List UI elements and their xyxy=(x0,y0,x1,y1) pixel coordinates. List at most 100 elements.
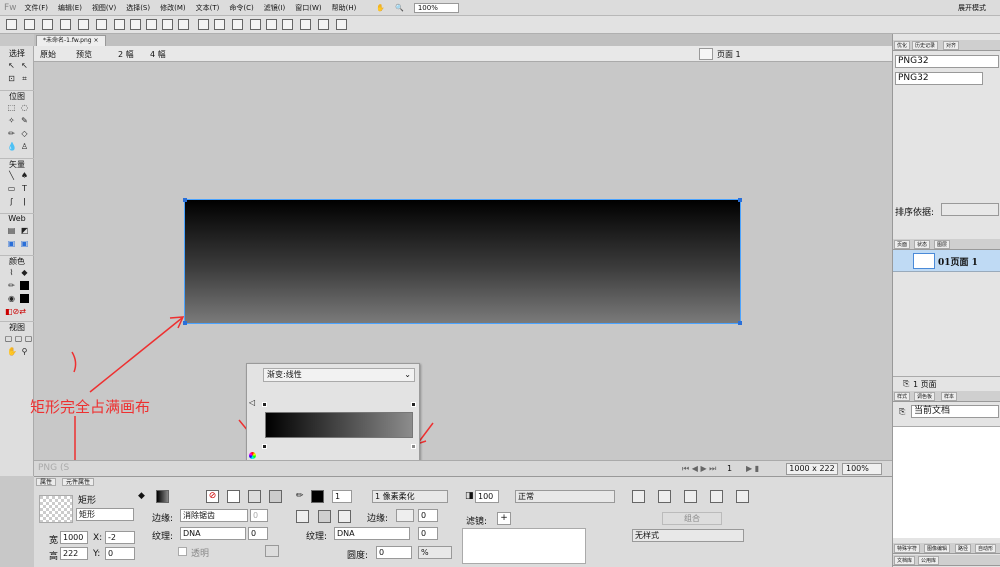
tab-layers[interactable]: 图层 xyxy=(934,240,951,249)
tab-properties[interactable]: 属性 xyxy=(36,478,57,486)
stroke-size-input[interactable]: 1 xyxy=(332,490,352,503)
x-input[interactable]: -2 xyxy=(105,531,135,544)
y-label: Y: xyxy=(93,549,101,559)
texture-amount[interactable]: 0 xyxy=(248,527,268,540)
gradient-type-select[interactable]: 渐变:线性 ⌄ xyxy=(263,368,415,382)
bottom-tabbar: 特殊字符 图像编辑 路径 自动形 xyxy=(893,543,1000,554)
tab-swatches[interactable]: 样本 xyxy=(941,392,958,401)
texture-label: 纹理: xyxy=(152,532,174,542)
roundness-label: 圆度: xyxy=(347,551,369,561)
style-button-3[interactable] xyxy=(684,490,697,503)
shape-name-input[interactable]: 矩形 xyxy=(76,508,134,521)
page-count-bar: ⎘ 1 页面 xyxy=(893,376,1000,390)
style-button-5[interactable] xyxy=(736,490,749,503)
shape-kind: 矩形 xyxy=(78,496,97,506)
page-thumbnail xyxy=(913,253,935,269)
page-item-label: 01页面 1 xyxy=(938,258,978,268)
opacity-input[interactable]: 100 xyxy=(475,490,499,503)
optimize-format-field[interactable]: PNG32 xyxy=(895,55,999,68)
tab-optimize[interactable]: 优化 xyxy=(894,41,911,50)
stroke-pencil-icon: ✏ xyxy=(296,491,304,501)
fill-bucket-icon: ◆ xyxy=(138,491,145,501)
blend-mode-select[interactable]: 正常 xyxy=(515,490,615,503)
gradient-ramp[interactable] xyxy=(265,412,413,438)
color-stop-right[interactable] xyxy=(411,444,416,449)
fill-solid-button[interactable] xyxy=(227,490,240,503)
stroke-texture-amount[interactable]: 0 xyxy=(418,527,438,540)
stroke-edge-slider[interactable] xyxy=(396,509,414,522)
page-count: 1 页面 xyxy=(913,380,937,389)
canvas-size[interactable]: 1000 x 222 xyxy=(786,463,838,475)
fill-gradient-button[interactable] xyxy=(248,490,261,503)
tab-history[interactable]: 历史记录 xyxy=(912,41,939,50)
stroke-texture-select[interactable]: DNA xyxy=(334,527,410,540)
tab-align[interactable]: 对齐 xyxy=(943,41,960,50)
zoom-level[interactable]: 100% xyxy=(842,463,882,475)
stroke-inside-button[interactable] xyxy=(296,510,309,523)
color-wheel-icon[interactable] xyxy=(249,452,256,459)
style-button-2[interactable] xyxy=(658,490,671,503)
transparent-label: 透明 xyxy=(191,549,210,559)
edge-select[interactable]: 消除锯齿 xyxy=(180,509,248,522)
tab-styles[interactable]: 样式 xyxy=(894,392,911,401)
stroke-center-button[interactable] xyxy=(318,510,331,523)
optimize-tabbar: 优化 历史记录 对齐 xyxy=(893,40,1000,51)
stroke-outside-button[interactable] xyxy=(338,510,351,523)
opacity-stop-right[interactable] xyxy=(411,402,416,407)
edge-amount[interactable]: 0 xyxy=(250,509,268,522)
texture-select[interactable]: DNA xyxy=(180,527,246,540)
height-input[interactable]: 222 xyxy=(60,547,88,560)
page-list-item[interactable]: 01页面 1 xyxy=(893,250,1000,272)
sort-select[interactable] xyxy=(941,203,999,216)
gradient-edit-icon[interactable]: ◁ xyxy=(249,398,255,407)
frame-nav-icons[interactable]: ▶ ▮ xyxy=(746,464,759,473)
sort-label: 排序依据: xyxy=(895,208,935,218)
edit-texture-button[interactable] xyxy=(265,545,279,557)
status-watermark: PNG (S xyxy=(38,463,70,473)
tab-doc-library[interactable]: 文档库 xyxy=(894,556,916,565)
page-icon: ⎘ xyxy=(903,379,910,388)
right-panel: 优化 历史记录 对齐 PNG32 PNG32 排序依据: 页面 状态 图层 01… xyxy=(892,34,1000,567)
tab-path[interactable]: 路径 xyxy=(955,544,972,553)
page-nav-icons[interactable]: ⏮ ◀ ▶ ⏭ xyxy=(682,464,716,474)
gradient-type-label: 渐变:线性 xyxy=(267,370,302,379)
opacity-stop-left[interactable] xyxy=(262,402,267,407)
filters-label: 滤镜: xyxy=(466,517,488,527)
tab-symbol-properties[interactable]: 元件属性 xyxy=(62,478,95,486)
tab-image-edit[interactable]: 图像编辑 xyxy=(924,544,951,553)
fill-pattern-button[interactable] xyxy=(269,490,282,503)
stroke-swatch[interactable] xyxy=(311,490,324,503)
style-button-1[interactable] xyxy=(632,490,645,503)
roundness-unit-select[interactable]: % xyxy=(418,546,452,559)
tab-special-chars[interactable]: 特殊字符 xyxy=(894,544,921,553)
optimize-format-select[interactable]: PNG32 xyxy=(895,72,983,85)
roundness-input[interactable]: 0 xyxy=(376,546,412,559)
group-button[interactable]: 组合 xyxy=(662,512,722,525)
transparent-checkbox[interactable] xyxy=(178,547,187,556)
width-label: 宽 xyxy=(49,536,59,546)
style-select[interactable]: 无样式 xyxy=(632,529,744,542)
stroke-type-select[interactable]: 1 像素柔化 xyxy=(372,490,448,503)
filters-list[interactable] xyxy=(462,528,586,564)
tab-auto-shapes[interactable]: 自动形 xyxy=(975,544,997,553)
add-filter-button[interactable]: + xyxy=(497,512,511,525)
page-number: 1 xyxy=(727,464,733,473)
tab-common-library[interactable]: 公用库 xyxy=(918,556,940,565)
color-stop-left[interactable] xyxy=(262,444,267,449)
tab-pages[interactable]: 页面 xyxy=(894,240,911,249)
fill-none-button[interactable]: ⊘ xyxy=(206,490,219,503)
x-label: X: xyxy=(93,533,103,543)
rectangle-thumbnail xyxy=(39,495,73,523)
tab-states[interactable]: 状态 xyxy=(914,240,931,249)
style-doc-select[interactable]: 当前文档 xyxy=(911,405,999,418)
style-button-4[interactable] xyxy=(710,490,723,503)
stroke-edge-label: 边缘: xyxy=(367,514,389,524)
properties-panel: 属性 元件属性 矩形 矩形 宽 1000 高 222 X: -2 Y: 0 ◆ … xyxy=(34,476,892,567)
fill-swatch[interactable] xyxy=(156,490,169,503)
y-input[interactable]: 0 xyxy=(105,547,135,560)
width-input[interactable]: 1000 xyxy=(60,531,88,544)
stroke-edge-amount[interactable]: 0 xyxy=(418,509,438,522)
styles-list[interactable] xyxy=(893,426,1000,538)
edge-label: 边缘: xyxy=(152,514,174,524)
tab-palette[interactable]: 调色板 xyxy=(914,392,936,401)
